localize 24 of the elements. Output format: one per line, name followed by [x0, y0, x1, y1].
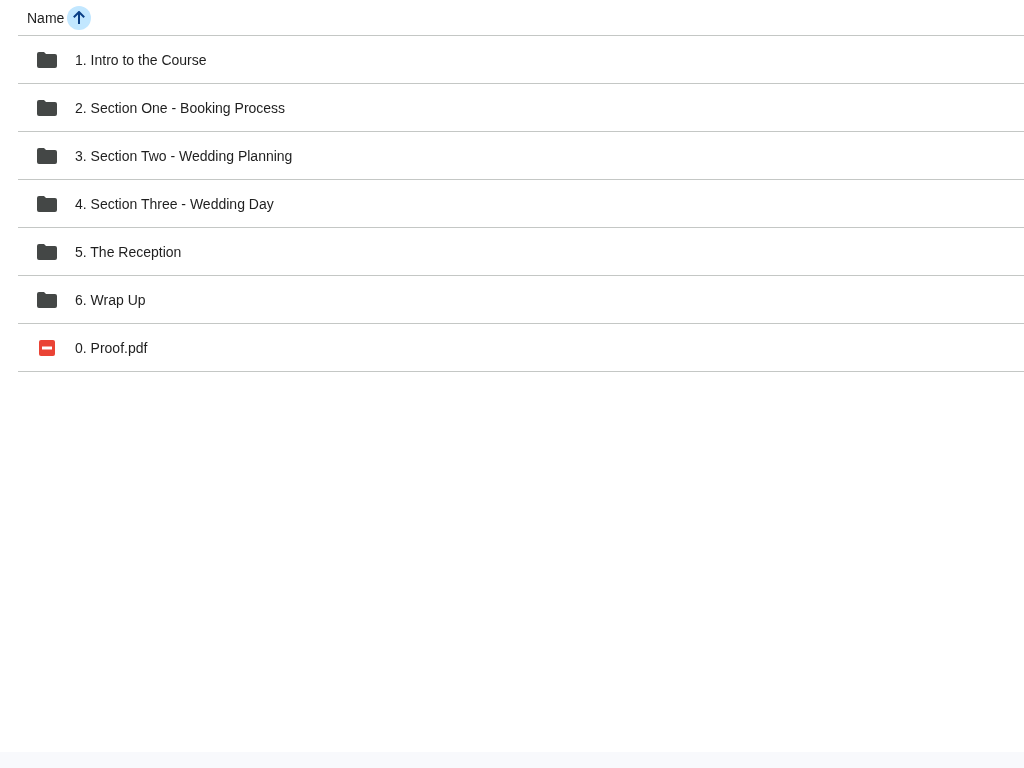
folder-icon: [37, 243, 57, 260]
file-name: 3. Section Two - Wedding Planning: [75, 147, 293, 164]
file-row[interactable]: 4. Section Three - Wedding Day: [18, 180, 1024, 228]
file-row[interactable]: 0. Proof.pdf: [18, 324, 1024, 372]
up-arrow-icon: [72, 10, 87, 25]
folder-icon: [37, 291, 57, 308]
folder-icon: [37, 51, 57, 68]
file-name: 4. Section Three - Wedding Day: [75, 195, 274, 212]
file-row[interactable]: 2. Section One - Booking Process: [18, 84, 1024, 132]
file-name: 5. The Reception: [75, 243, 182, 260]
file-name: 1. Intro to the Course: [75, 51, 207, 68]
file-row[interactable]: 3. Section Two - Wedding Planning: [18, 132, 1024, 180]
folder-icon: [37, 195, 57, 212]
file-row[interactable]: 1. Intro to the Course: [18, 36, 1024, 84]
column-header[interactable]: Name: [27, 9, 65, 26]
sort-button[interactable]: [67, 5, 92, 30]
pdf-file-icon: [39, 339, 55, 356]
file-name: 6. Wrap Up: [75, 291, 146, 308]
file-row[interactable]: 5. The Reception: [18, 228, 1024, 276]
file-name: 0. Proof.pdf: [75, 339, 148, 356]
folder-icon: [37, 99, 57, 116]
file-row[interactable]: 6. Wrap Up: [18, 276, 1024, 324]
folder-icon: [37, 147, 57, 164]
file-name: 2. Section One - Booking Process: [75, 99, 286, 116]
